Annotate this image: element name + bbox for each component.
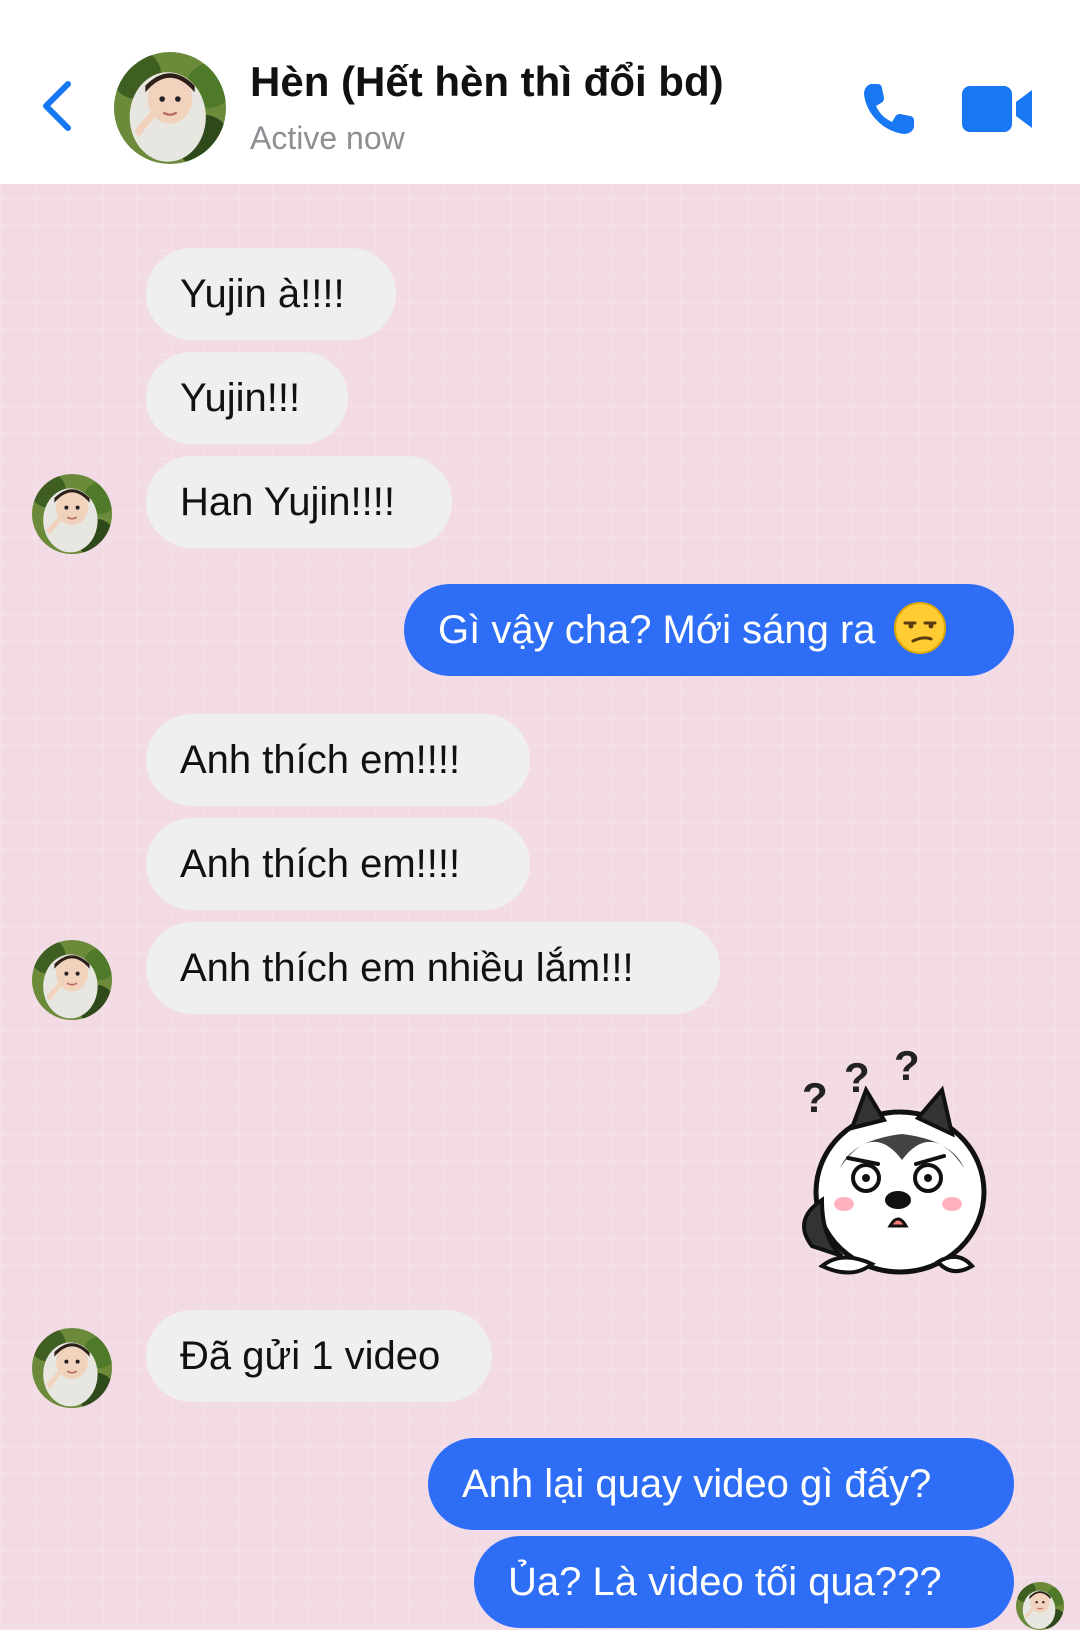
incoming-message[interactable]: Yujin!!! [146, 352, 348, 444]
voice-call-button[interactable] [858, 78, 920, 140]
contact-avatar-small[interactable] [32, 1328, 112, 1408]
video-call-button[interactable] [960, 84, 1036, 134]
svg-text:?: ? [802, 1074, 828, 1121]
confused-husky-sticker[interactable]: ? ? ? [782, 1050, 1012, 1290]
seen-indicator-avatar [1016, 1582, 1064, 1630]
video-camera-icon [962, 86, 1032, 132]
active-status: Active now [250, 120, 405, 156]
chat-header: Hèn (Hết hèn thì đổi bd) Active now [0, 0, 1080, 184]
contact-avatar[interactable] [114, 52, 226, 164]
phone-icon [864, 84, 914, 134]
incoming-message[interactable]: Anh thích em!!!! [146, 714, 530, 806]
incoming-message[interactable]: Anh thích em nhiều lắm!!! [146, 922, 720, 1014]
chevron-left-icon [43, 81, 71, 131]
message-text: Gì vậy cha? Mới sáng ra [438, 608, 876, 652]
back-button[interactable] [36, 78, 80, 134]
message-thread[interactable]: Yujin à!!!! Yujin!!! Han Yujin!!!! Gì vậ… [0, 184, 1080, 1630]
contact-avatar-small[interactable] [32, 474, 112, 554]
unamused-face-icon [893, 602, 946, 655]
incoming-message[interactable]: Han Yujin!!!! [146, 456, 452, 548]
svg-text:?: ? [894, 1050, 920, 1089]
contact-name[interactable]: Hèn (Hết hèn thì đổi bd) [250, 58, 724, 106]
incoming-message[interactable]: Anh thích em!!!! [146, 818, 530, 910]
outgoing-message[interactable]: Anh lại quay video gì đấy? [428, 1438, 1014, 1530]
incoming-message[interactable]: Yujin à!!!! [146, 248, 396, 340]
incoming-message[interactable]: Đã gửi 1 video [146, 1310, 492, 1402]
outgoing-message[interactable]: Ủa? Là video tối qua??? [474, 1536, 1014, 1628]
outgoing-message[interactable]: Gì vậy cha? Mới sáng ra [404, 584, 1014, 676]
contact-avatar-small[interactable] [32, 940, 112, 1020]
